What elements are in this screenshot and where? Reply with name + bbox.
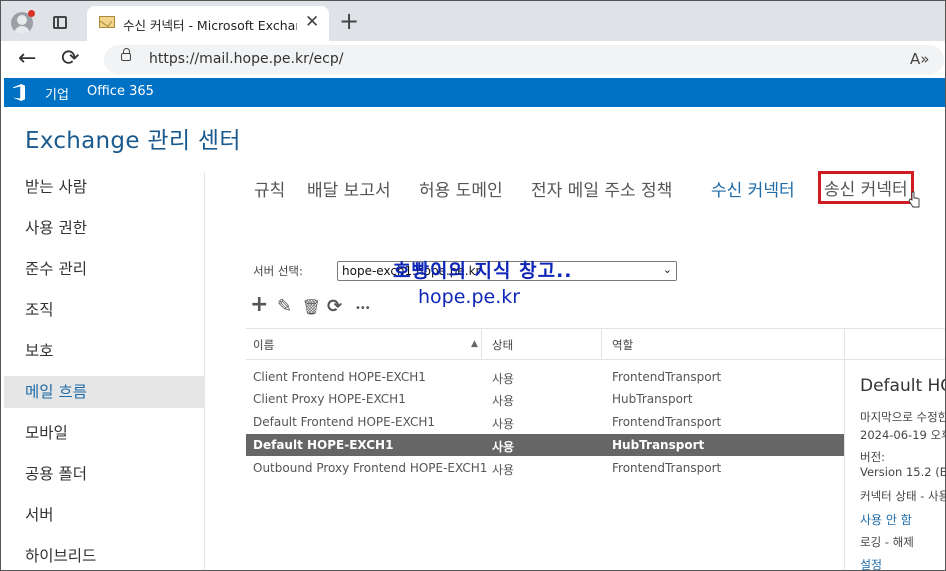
- row-status: 사용: [492, 372, 515, 386]
- tab-rules[interactable]: 규칙: [254, 176, 285, 201]
- tab-receive-connectors[interactable]: 수신 커넥터: [711, 176, 795, 201]
- read-aloud-icon[interactable]: A»: [910, 50, 929, 68]
- row-role: FrontendTransport: [612, 370, 722, 384]
- nav-item-compliance[interactable]: 준수 관리: [4, 253, 204, 285]
- details-connector-status: 커넥터 상태 - 사용: [860, 489, 946, 503]
- hand-cursor-icon: [908, 191, 920, 208]
- details-title: Default HOPE-EXCH1: [860, 376, 945, 396]
- nav-divider: [204, 173, 205, 570]
- column-separator: [601, 329, 602, 360]
- row-status: 사용: [492, 417, 515, 431]
- row-name: Default HOPE-EXCH1: [253, 438, 394, 452]
- tab-title: 수신 커넥터 - Microsoft Exchange: [123, 18, 297, 33]
- column-header-role[interactable]: 역할: [612, 337, 633, 353]
- url-text: https://mail.hope.pe.kr/ecp/: [149, 51, 344, 67]
- nav-item-mobile[interactable]: 모바일: [4, 417, 204, 449]
- tab-actions-icon[interactable]: [53, 16, 67, 29]
- tab-delivery-reports[interactable]: 배달 보고서: [307, 176, 391, 201]
- chevron-down-icon: ⌄: [662, 263, 672, 276]
- tab-accepted-domains[interactable]: 허용 도메인: [419, 176, 503, 201]
- delete-icon[interactable]: 🗑: [302, 298, 321, 316]
- watermark-line1: 호빵이의 지식 창고..: [393, 260, 573, 282]
- row-role: HubTransport: [612, 438, 705, 452]
- page-title: Exchange 관리 센터: [25, 128, 241, 154]
- sort-ascending-icon: ▲: [471, 339, 478, 349]
- row-status: 사용: [492, 440, 515, 454]
- reload-icon[interactable]: ⟳: [61, 46, 79, 71]
- sub-tabs: 규칙 배달 보고서 허용 도메인 전자 메일 주소 정책 수신 커넥터 송신 커…: [246, 171, 945, 209]
- table-row[interactable]: Client Proxy HOPE-EXCH1 사용 HubTransport: [246, 388, 844, 410]
- details-last-modified-value: 2024-06-19 오후: [860, 428, 946, 442]
- office365-link[interactable]: Office 365: [87, 84, 154, 99]
- row-name: Outbound Proxy Frontend HOPE-EXCH1: [253, 461, 488, 475]
- tab-email-address-policies[interactable]: 전자 메일 주소 정책: [531, 176, 672, 201]
- details-version-label: 버전:: [860, 450, 886, 464]
- nav-item-hybrid[interactable]: 하이브리드: [4, 540, 204, 570]
- row-status: 사용: [492, 394, 515, 408]
- refresh-icon[interactable]: ⟳: [327, 296, 342, 317]
- back-icon[interactable]: ←: [18, 46, 36, 71]
- column-header-name[interactable]: 이름: [253, 337, 274, 353]
- details-divider: [844, 328, 845, 570]
- more-icon[interactable]: •••: [355, 303, 371, 314]
- column-separator: [481, 329, 482, 360]
- details-version-value: Version 15.2 (Build: [860, 465, 945, 479]
- nav-item-protection[interactable]: 보호: [4, 335, 204, 367]
- details-logging: 로깅 - 해제: [860, 535, 914, 549]
- list-header: 이름 ▲ 상태 역할: [246, 328, 945, 360]
- disable-link[interactable]: 사용 안 함: [860, 511, 912, 528]
- table-row[interactable]: Default Frontend HOPE-EXCH1 사용 FrontendT…: [246, 411, 844, 433]
- watermark-line2: hope.pe.kr: [418, 286, 521, 308]
- row-name: Default Frontend HOPE-EXCH1: [253, 415, 436, 429]
- details-last-modified-label: 마지막으로 수정한 날짜:: [860, 410, 946, 424]
- add-icon[interactable]: +: [250, 292, 268, 317]
- notification-dot-icon: [28, 10, 35, 17]
- row-role: FrontendTransport: [612, 415, 722, 429]
- server-select-label: 서버 선택:: [253, 264, 303, 278]
- mail-favicon-icon: [99, 16, 115, 28]
- enterprise-link[interactable]: 기업: [45, 84, 69, 110]
- left-nav: 받는 사람 사용 권한 준수 관리 조직 보호 메일 흐름 모바일 공용 폴더 …: [4, 168, 204, 570]
- browser-tab[interactable]: 수신 커넥터 - Microsoft Exchange ✕: [87, 6, 329, 41]
- table-row[interactable]: Client Frontend HOPE-EXCH1 사용 FrontendTr…: [246, 366, 844, 388]
- row-role: FrontendTransport: [612, 461, 722, 475]
- tab-send-connectors[interactable]: 송신 커넥터: [818, 171, 914, 204]
- table-row[interactable]: Outbound Proxy Frontend HOPE-EXCH1 사용 Fr…: [246, 457, 844, 479]
- row-name: Client Proxy HOPE-EXCH1: [253, 392, 406, 406]
- nav-item-permissions[interactable]: 사용 권한: [4, 212, 204, 244]
- nav-item-public-folders[interactable]: 공용 폴더: [4, 458, 204, 490]
- url-field[interactable]: https://mail.hope.pe.kr/ecp/ A»: [104, 45, 944, 74]
- edit-icon[interactable]: ✎: [277, 296, 292, 317]
- office-logo-icon[interactable]: [13, 84, 25, 101]
- table-row-selected[interactable]: Default HOPE-EXCH1 사용 HubTransport: [246, 434, 844, 456]
- column-header-status[interactable]: 상태: [492, 337, 513, 353]
- tab-strip: 수신 커넥터 - Microsoft Exchange ✕ +: [1, 1, 945, 41]
- settings-link[interactable]: 설정: [860, 556, 882, 570]
- nav-item-recipients[interactable]: 받는 사람: [4, 171, 204, 203]
- address-bar-row: ← ⟳ https://mail.hope.pe.kr/ecp/ A»: [1, 41, 945, 78]
- office-bar: 기업 Office 365: [4, 78, 945, 110]
- close-tab-icon[interactable]: ✕: [305, 12, 319, 32]
- browser-window: 수신 커넥터 - Microsoft Exchange ✕ + ← ⟳ http…: [0, 0, 946, 571]
- row-name: Client Frontend HOPE-EXCH1: [253, 370, 426, 384]
- nav-item-servers[interactable]: 서버: [4, 499, 204, 531]
- row-status: 사용: [492, 463, 515, 477]
- row-role: HubTransport: [612, 392, 693, 406]
- nav-item-mail-flow[interactable]: 메일 흐름: [4, 376, 204, 408]
- lock-icon[interactable]: [121, 48, 131, 61]
- new-tab-icon[interactable]: +: [339, 7, 359, 35]
- nav-item-organization[interactable]: 조직: [4, 294, 204, 326]
